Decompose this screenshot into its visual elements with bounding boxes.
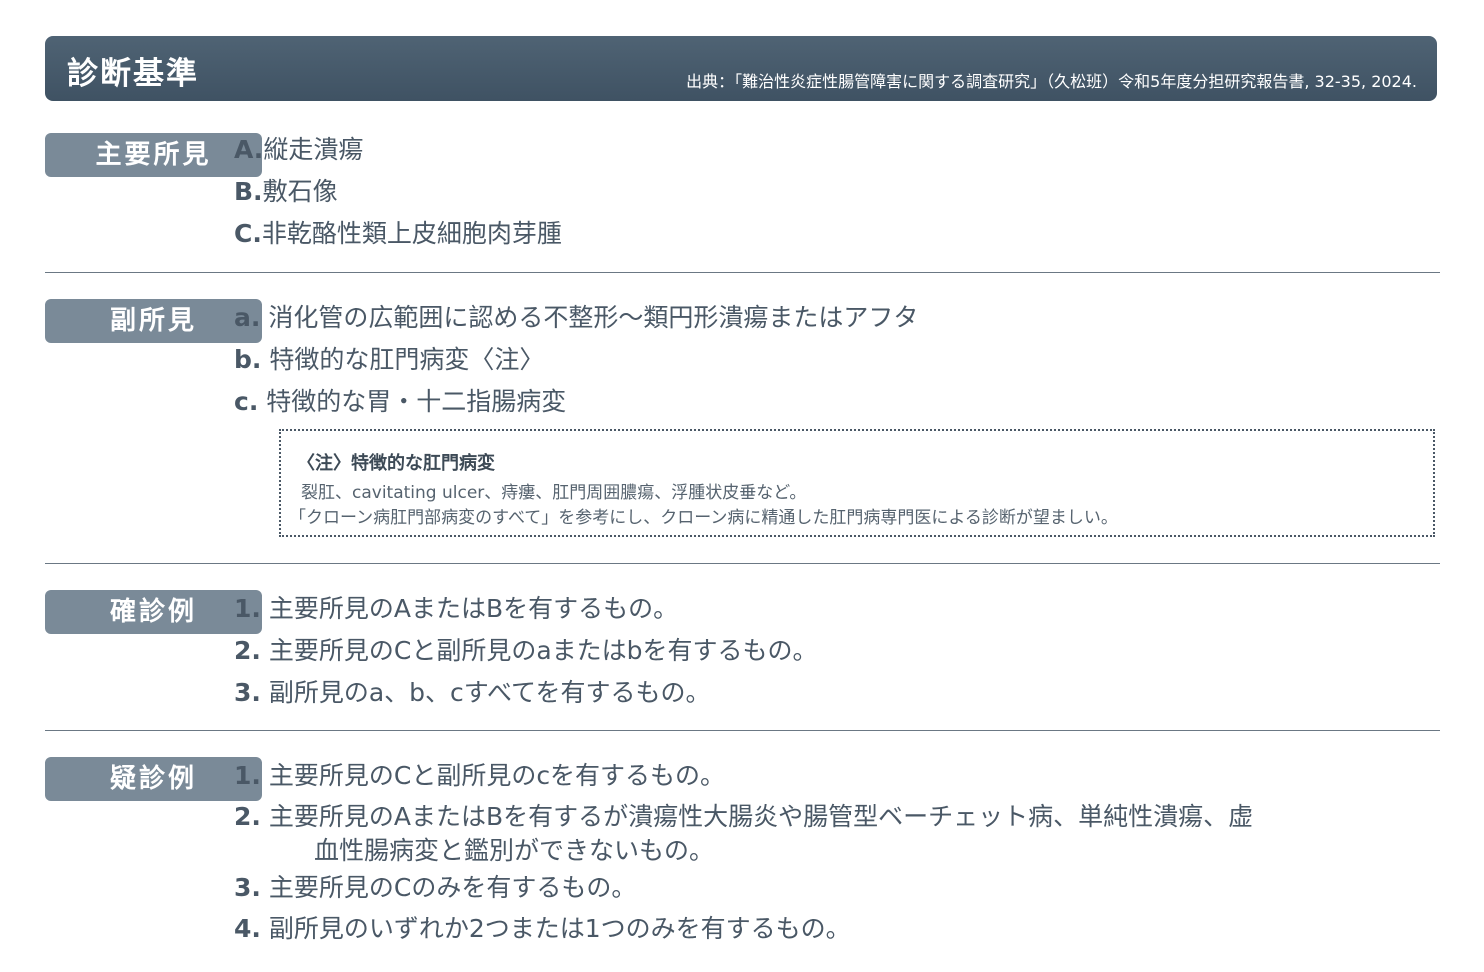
item-text: 副所見のいずれか2つまたは1つのみを有するもの。 [268,914,851,943]
note-line: 裂肛、cavitating ulcer、痔瘻、肛門周囲膿瘍、浮腫状皮垂など。 [301,483,807,503]
major-findings-label: 主要所見 [45,133,262,177]
item-text: 主要所見のCと副所見のcを有するもの。 [268,761,726,790]
divider [45,272,1440,273]
item-text: 非乾酪性類上皮細胞肉芽腫 [261,219,562,248]
definite-diagnosis-label: 確診例 [45,590,262,634]
item-key: C. [234,219,262,248]
definite-item-3: 3. 副所見のa、b、cすべてを有するもの。 [234,673,711,709]
item-text: 副所見のa、b、cすべてを有するもの。 [268,678,711,707]
note-title: 〈注〉特徴的な肛門病変 [297,453,495,474]
item-key: 3. [234,873,261,902]
item-text: 消化管の広範囲に認める不整形～類円形潰瘍またはアフタ [268,303,919,332]
item-text: 主要所見のAまたはBを有するもの。 [268,594,679,623]
suspected-item-1: 1. 主要所見のCと副所見のcを有するもの。 [234,756,725,792]
item-key: a. [234,303,261,332]
divider [45,730,1440,731]
minor-findings-label: 副所見 [45,299,262,343]
item-text: 主要所見のAまたはBを有するが潰瘍性大腸炎や腸管型ベーチェット病、単純性潰瘍、虚 [268,802,1254,831]
header-bar: 診断基準 出典：「難治性炎症性腸管障害に関する調査研究」（久松班）令和5年度分担… [45,36,1437,101]
item-text: 敷石像 [262,177,338,206]
item-key: b. [234,345,262,374]
item-text: 主要所見のCのみを有するもの。 [268,873,637,902]
item-key: A. [234,135,264,164]
minor-item-b: b. 特徴的な肛門病変〈注〉 [234,340,544,376]
item-key: 2. [234,802,261,831]
suspected-item-3: 3. 主要所見のCのみを有するもの。 [234,868,636,904]
item-key: 2. [234,636,261,665]
minor-item-c: c. 特徴的な胃・十二指腸病変 [234,382,566,418]
definite-item-2: 2. 主要所見のCと副所見のaまたはbを有するもの。 [234,631,818,667]
major-item-c: C.非乾酪性類上皮細胞肉芽腫 [234,214,562,250]
item-text: 主要所見のCと副所見のaまたはbを有するもの。 [268,636,818,665]
page-title: 診断基準 [67,56,199,92]
item-key: c. [234,387,259,416]
item-key: 1. [234,594,261,623]
minor-item-a: a. 消化管の広範囲に認める不整形～類円形潰瘍またはアフタ [234,298,918,334]
item-key: 3. [234,678,261,707]
item-key: 4. [234,914,261,943]
suspected-diagnosis-label: 疑診例 [45,757,262,801]
item-text: 特徴的な胃・十二指腸病変 [266,387,567,416]
item-text: 縦走潰瘍 [263,135,364,164]
major-item-b: B.敷石像 [234,172,338,208]
item-text: 血性腸病変と鑑別ができないもの。 [314,836,715,865]
item-text: 特徴的な肛門病変〈注〉 [269,345,545,374]
suspected-item-4: 4. 副所見のいずれか2つまたは1つのみを有するもの。 [234,909,851,945]
major-item-a: A.縦走潰瘍 [234,130,363,166]
item-key: B. [234,177,263,206]
divider [45,563,1440,564]
note-line: 「クローン病肛門部病変のすべて」を参考にし、クローン病に精通した肛門病専門医によ… [289,508,1118,528]
anal-lesion-note: 〈注〉特徴的な肛門病変 裂肛、cavitating ulcer、痔瘻、肛門周囲膿… [279,429,1435,537]
source-citation: 出典：「難治性炎症性腸管障害に関する調査研究」（久松班）令和5年度分担研究報告書… [686,72,1417,91]
definite-item-1: 1. 主要所見のAまたはBを有するもの。 [234,589,678,625]
suspected-item-2: 2. 主要所見のAまたはBを有するが潰瘍性大腸炎や腸管型ベーチェット病、単純性潰… [234,797,1253,833]
suspected-item-2-cont: 血性腸病変と鑑別ができないもの。 [314,831,714,867]
item-key: 1. [234,761,261,790]
